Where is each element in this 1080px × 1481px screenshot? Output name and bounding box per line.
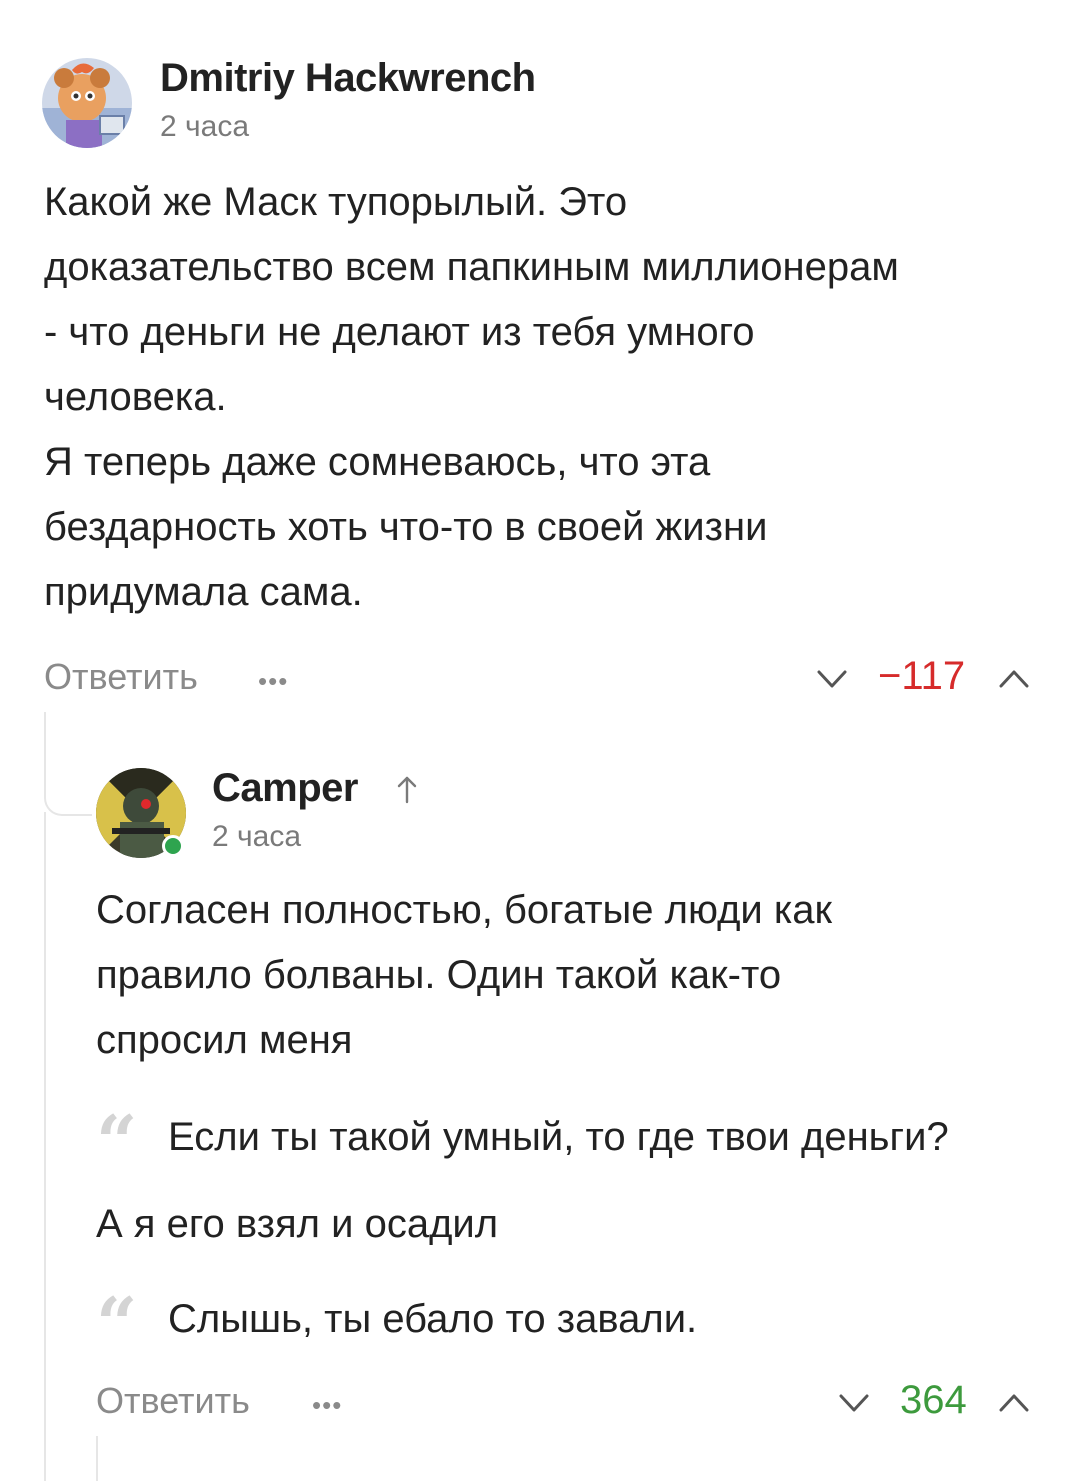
quote-icon: “ [96,1099,138,1184]
reply-button[interactable]: Ответить [96,1380,250,1422]
comment-line: спросил меня [96,1018,353,1062]
up-arrow-icon[interactable] [394,774,420,811]
comment-line: человека. [44,375,227,419]
upvote-button[interactable] [998,668,1030,695]
more-options-button[interactable]: ••• [258,666,288,697]
thread-line-child [96,1436,98,1481]
quote-icon: “ [96,1281,138,1366]
comment-line: бездарность хоть что-то в своей жизни [44,505,768,549]
online-status-icon [162,835,184,857]
upvote-button[interactable] [998,1392,1030,1419]
avatar-image [42,58,132,148]
thread-branch-curve [44,760,92,816]
chevron-up-icon [999,670,1029,688]
comment-body: Согласен полностью, богатые люди как пра… [96,878,1056,1073]
rating-value: 364 [900,1378,967,1422]
chevron-down-icon [817,670,847,688]
more-options-button[interactable]: ••• [312,1390,342,1421]
comment-line: А я его взял и осадил [96,1202,499,1246]
comment-time: 2 часа [160,110,250,143]
downvote-button[interactable] [838,1392,870,1419]
quote-block: “ Слышь, ты ебало то завали. [96,1288,698,1360]
comment-line: Согласен полностью, богатые люди как [96,888,833,932]
comment-line: Какой же Маск тупорылый. Это [44,180,628,224]
avatar[interactable] [42,58,132,148]
comment-line: - что деньги не делают из тебя умного [44,310,755,354]
thread-line-continuation [44,812,46,1481]
chevron-up-icon [999,1394,1029,1412]
downvote-button[interactable] [816,668,848,695]
comment-line: Я теперь даже сомневаюсь, что эта [44,440,711,484]
comment-line: доказательство всем папкиным миллионерам [44,245,899,289]
reply-button[interactable]: Ответить [44,656,198,698]
comment-line: правило болваны. Один такой как-то [96,953,782,997]
quote-block: “ Если ты такой умный, то где твои деньг… [96,1106,949,1178]
chevron-down-icon [839,1394,869,1412]
quote-text: Если ты такой умный, то где твои деньги? [168,1115,949,1159]
comment-author[interactable]: Dmitriy Hackwrench [160,56,536,101]
up-arrow-icon-glyph [397,776,417,804]
comment-time: 2 часа [212,820,302,853]
quote-text: Слышь, ты ебало то завали. [168,1297,698,1341]
comment-line: придумала сама. [44,570,363,614]
rating-value: −117 [878,654,966,698]
comment-author[interactable]: Camper [212,766,358,811]
comment-body: Какой же Маск тупорылый. Это доказательс… [44,170,1044,625]
